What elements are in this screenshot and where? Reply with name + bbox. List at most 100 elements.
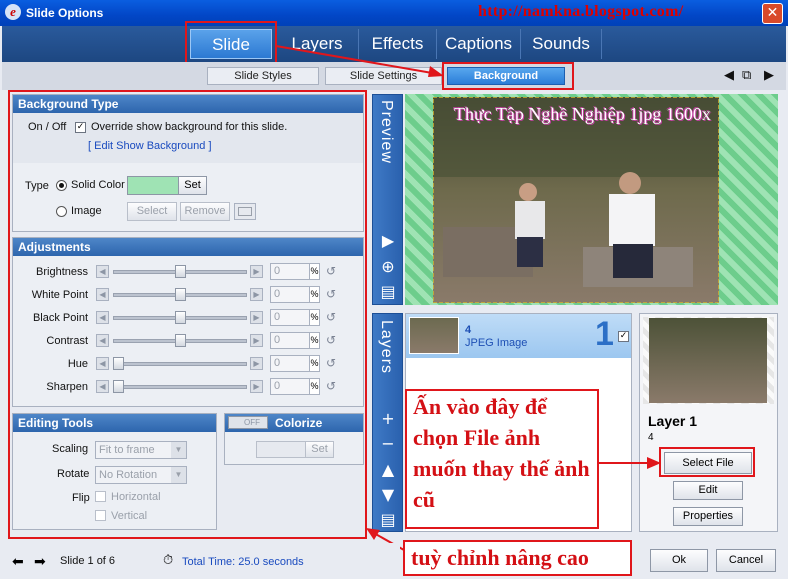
reset-icon[interactable]: ↺ xyxy=(326,264,336,278)
scaling-select[interactable]: Fit to frame ▼ xyxy=(95,441,187,459)
tab-sounds[interactable]: Sounds xyxy=(520,29,602,59)
next-slide-icon[interactable]: ➡ xyxy=(34,554,46,570)
colorize-swatch[interactable] xyxy=(256,441,306,458)
adjustment-unit: % xyxy=(309,378,320,395)
adjustment-slider-knob[interactable] xyxy=(174,288,186,301)
reset-icon[interactable]: ↺ xyxy=(326,356,336,370)
chevron-down-icon: ▼ xyxy=(171,467,186,483)
move-down-icon[interactable]: ▼ xyxy=(376,484,400,506)
copy-icon[interactable]: ⧉ xyxy=(742,68,751,83)
preview-overlay-caption: Thực Tập Nghề Nghiệp 1jpg 1600x xyxy=(454,104,711,124)
adjustment-label: Sharpen xyxy=(46,381,88,393)
layer-item-number: 4 xyxy=(465,324,472,336)
image-radio[interactable] xyxy=(56,206,67,217)
adjustment-value-input[interactable]: 0 xyxy=(270,286,312,303)
slider-right-arrow-icon[interactable]: ▶ xyxy=(250,334,263,347)
reset-icon[interactable]: ↺ xyxy=(326,379,336,393)
slider-left-arrow-icon[interactable]: ◀ xyxy=(96,288,109,301)
adjustment-slider-track[interactable] xyxy=(113,362,247,366)
solid-color-radio[interactable] xyxy=(56,180,67,191)
highlight-slide-tab xyxy=(185,21,277,66)
override-checkbox[interactable]: ✓ xyxy=(75,122,86,133)
rotate-label: Rotate xyxy=(57,468,90,480)
solid-color-label: Solid Color xyxy=(71,179,125,191)
adjustment-unit: % xyxy=(309,263,320,280)
slider-left-arrow-icon[interactable]: ◀ xyxy=(96,334,109,347)
highlight-background-subtab xyxy=(442,62,574,90)
colorize-toggle[interactable]: OFF xyxy=(228,416,268,429)
flip-label: Flip xyxy=(72,492,90,504)
select-image-button[interactable]: Select xyxy=(127,202,177,221)
annotation-arrow-tabs xyxy=(275,45,444,77)
move-up-icon[interactable]: ▲ xyxy=(376,459,400,481)
edit-button[interactable]: Edit xyxy=(673,481,743,500)
ok-button[interactable]: Ok xyxy=(650,549,708,572)
type-label: Type xyxy=(25,180,49,192)
layer-visible-checkbox[interactable]: ✓ xyxy=(618,331,629,342)
layer-detail-thumbnail xyxy=(649,318,767,403)
app-icon: e xyxy=(5,4,21,20)
slider-right-arrow-icon[interactable]: ▶ xyxy=(250,380,263,393)
total-time: Total Time: 25.0 seconds xyxy=(182,556,304,568)
adjustment-label: Hue xyxy=(67,358,88,370)
prev-arrow-icon[interactable]: ◀ xyxy=(724,68,734,83)
prev-slide-icon[interactable]: ⬅ xyxy=(12,554,24,570)
select-file-hint: Ấn vào đây để chọn File ảnh muốn thay th… xyxy=(405,389,599,529)
slider-right-arrow-icon[interactable]: ▶ xyxy=(250,311,263,324)
slide-counter: Slide 1 of 6 xyxy=(60,555,116,567)
preview-label: Preview xyxy=(378,100,395,164)
remove-layer-icon[interactable]: − xyxy=(376,433,400,455)
reset-icon[interactable]: ↺ xyxy=(326,333,336,347)
watermark-url: http://namkna.blogspot.com/ xyxy=(478,3,684,20)
adjustment-slider-knob[interactable] xyxy=(174,334,186,347)
slider-left-arrow-icon[interactable]: ◀ xyxy=(96,380,109,393)
colorize-set-button[interactable]: Set xyxy=(305,441,334,458)
adjustment-slider-knob[interactable] xyxy=(113,380,124,393)
play-icon[interactable]: ▶ xyxy=(376,230,400,252)
adjustment-slider-knob[interactable] xyxy=(113,357,124,370)
edit-list-icon[interactable]: ▤ xyxy=(376,281,400,303)
edit-show-background-link[interactable]: [ Edit Show Background ] xyxy=(88,140,212,152)
flip-horizontal-checkbox[interactable] xyxy=(95,491,106,502)
image-edit-icon[interactable] xyxy=(234,203,256,220)
properties-button[interactable]: Properties xyxy=(673,507,743,526)
slider-right-arrow-icon[interactable]: ▶ xyxy=(250,357,263,370)
set-color-button[interactable]: Set xyxy=(178,176,207,195)
adjustment-value-input[interactable]: 0 xyxy=(270,378,312,395)
slider-left-arrow-icon[interactable]: ◀ xyxy=(96,357,109,370)
adjustment-value-input[interactable]: 0 xyxy=(270,332,312,349)
slider-right-arrow-icon[interactable]: ▶ xyxy=(250,288,263,301)
adjustment-value-input[interactable]: 0 xyxy=(270,263,312,280)
clock-icon: ⏱ xyxy=(163,553,174,568)
slider-left-arrow-icon[interactable]: ◀ xyxy=(96,311,109,324)
flip-vertical-checkbox[interactable] xyxy=(95,510,106,521)
solid-color-swatch[interactable] xyxy=(127,176,179,195)
adjustment-slider-knob[interactable] xyxy=(174,265,186,278)
editing-tools-header: Editing Tools xyxy=(13,414,216,432)
close-button[interactable]: ✕ xyxy=(762,3,783,24)
adjustment-slider-track[interactable] xyxy=(113,385,247,389)
background-type-header: Background Type xyxy=(13,95,363,113)
reset-icon[interactable]: ↺ xyxy=(326,287,336,301)
remove-image-button[interactable]: Remove xyxy=(180,202,230,221)
adjustment-unit: % xyxy=(309,332,320,349)
colorize-toggle-text: OFF xyxy=(244,418,260,427)
next-arrow-icon[interactable]: ▶ xyxy=(764,68,774,83)
adjustment-slider-knob[interactable] xyxy=(174,311,186,324)
adjustment-value-input[interactable]: 0 xyxy=(270,355,312,372)
cancel-button[interactable]: Cancel xyxy=(716,549,776,572)
layer-number: 4 xyxy=(648,432,654,443)
adjustment-unit: % xyxy=(309,355,320,372)
reset-icon[interactable]: ↺ xyxy=(326,310,336,324)
zoom-in-icon[interactable]: ⊕ xyxy=(376,256,400,278)
rotate-select[interactable]: No Rotation ▼ xyxy=(95,466,187,484)
adjustment-value-input[interactable]: 0 xyxy=(270,309,312,326)
scaling-value: Fit to frame xyxy=(99,444,155,456)
slider-left-arrow-icon[interactable]: ◀ xyxy=(96,265,109,278)
slider-right-arrow-icon[interactable]: ▶ xyxy=(250,265,263,278)
window-title: Slide Options xyxy=(26,6,104,20)
add-layer-icon[interactable]: + xyxy=(376,408,400,430)
vertical-label: Vertical xyxy=(111,510,148,522)
adjustment-unit: % xyxy=(309,286,320,303)
adjustment-label: White Point xyxy=(31,289,88,301)
